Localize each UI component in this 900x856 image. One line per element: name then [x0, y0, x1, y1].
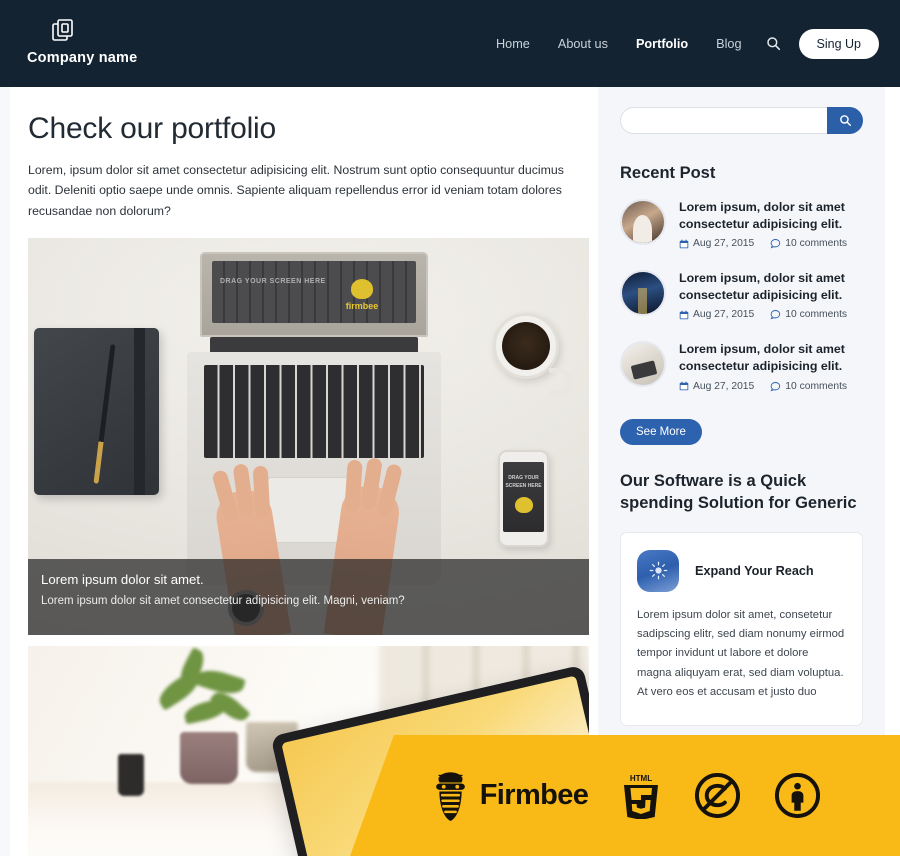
avatar[interactable] [620, 341, 666, 388]
page-intro: Lorem, ipsum dolor sit amet consectetur … [28, 163, 564, 218]
feature-card-title: Expand Your Reach [695, 563, 814, 578]
post-date-label: Aug 27, 2015 [693, 238, 755, 250]
post-date: Aug 27, 2015 [679, 381, 754, 392]
post-comments: 10 comments [770, 381, 847, 392]
portfolio-item-2[interactable]: DRAG YOUR SCREEN HERE! [28, 645, 589, 856]
post-date-label: Aug 27, 2015 [693, 309, 755, 321]
avatar[interactable] [620, 199, 666, 245]
recent-post-heading: Recent Post [620, 164, 716, 182]
firmbee-watermark: firmbee [334, 278, 390, 313]
post-title[interactable]: Lorem ipsum, dolor sit amet consectetur … [679, 199, 863, 232]
brand[interactable]: Company name [27, 16, 247, 66]
feature-card-text: Lorem ipsum dolor sit amet, consetetur s… [637, 608, 845, 699]
page-title: Check our portfolio [28, 112, 276, 145]
phone-screen-text: DRAG YOUR SCREEN HERE [505, 474, 542, 490]
phone-bee-glyph [514, 496, 533, 513]
main-nav: Home About us Portfolio Blog Sing Up [482, 0, 879, 87]
feature-card: Expand Your Reach Lorem ipsum dolor sit … [620, 531, 863, 726]
post-meta: Aug 27, 2015 10 comments [679, 309, 863, 320]
tablet-screen-text: DRAG YOUR SCREEN HERE! [387, 735, 580, 831]
finger [252, 465, 271, 519]
post-date-label: Aug 27, 2015 [693, 380, 755, 392]
phone-screen: DRAG YOUR SCREEN HERE [503, 461, 544, 532]
flower-pot-object [180, 731, 238, 784]
post-date: Aug 27, 2015 [679, 238, 754, 249]
brand-name: Company name [27, 50, 138, 66]
firmbee-watermark-label: firmbee [345, 300, 379, 311]
calendar-icon [679, 239, 689, 249]
list-item[interactable]: Lorem ipsum, dolor sit amet consectetur … [620, 270, 863, 320]
post-body: Lorem ipsum, dolor sit amet consectetur … [679, 199, 863, 249]
left-edge-strip [0, 87, 10, 856]
post-meta: Aug 27, 2015 10 comments [679, 381, 863, 392]
page-body: Check our portfolio Lorem, ipsum dolor s… [0, 87, 900, 856]
post-date: Aug 27, 2015 [679, 309, 754, 320]
post-comments-label: 10 comments [785, 309, 848, 321]
post-body: Lorem ipsum, dolor sit amet consectetur … [679, 341, 863, 391]
post-comments: 10 comments [770, 238, 847, 249]
avatar[interactable] [620, 270, 666, 317]
nav-item-blog[interactable]: Blog [702, 37, 755, 51]
software-heading: Our Software is a Quick spending Solutio… [620, 471, 857, 512]
caption-text: Lorem ipsum dolor sit amet consectetur a… [41, 594, 405, 607]
search-icon[interactable] [756, 36, 793, 51]
nav-item-home[interactable]: Home [482, 37, 544, 51]
post-comments-label: 10 comments [785, 238, 848, 250]
post-comments-label: 10 comments [785, 380, 848, 392]
post-comments: 10 comments [770, 309, 847, 320]
nav-item-about-us[interactable]: About us [544, 37, 622, 51]
pen-cup-object [118, 753, 144, 796]
site-header: Company name Home About us Portfolio Blo… [0, 0, 900, 87]
post-body: Lorem ipsum, dolor sit amet consectetur … [679, 270, 863, 320]
comment-icon [770, 239, 781, 249]
laptop-screen: DRAG YOUR SCREEN HERE firmbee [212, 260, 416, 323]
sidebar-search [620, 107, 863, 134]
signup-button[interactable]: Sing Up [798, 28, 879, 59]
laptop-keyboard [204, 364, 424, 458]
see-more-button[interactable]: See More [620, 418, 702, 445]
post-title[interactable]: Lorem ipsum, dolor sit amet consectetur … [679, 341, 863, 374]
search-submit-button[interactable] [827, 107, 863, 134]
sidebar: Recent Post Lorem ipsum, dolor sit amet … [598, 87, 885, 856]
laptop-screen-text: DRAG YOUR SCREEN HERE [220, 277, 326, 285]
list-item[interactable]: Lorem ipsum, dolor sit amet consectetur … [620, 341, 863, 392]
calendar-icon [679, 310, 689, 320]
laptop-hinge [210, 336, 418, 353]
coffee-liquid [502, 321, 550, 370]
notebook-band [134, 327, 145, 495]
caption-title: Lorem ipsum dolor sit amet. [41, 571, 204, 587]
laptop-lid: DRAG YOUR SCREEN HERE firmbee [200, 251, 428, 337]
search-input[interactable] [620, 107, 827, 134]
bee-glyph [351, 278, 373, 299]
list-item[interactable]: Lorem ipsum, dolor sit amet consectetur … [620, 199, 863, 249]
sun-burst-icon [637, 549, 679, 592]
smartphone-object: DRAG YOUR SCREEN HERE [498, 449, 549, 547]
calendar-icon [679, 381, 689, 391]
feature-card-header: Expand Your Reach [637, 549, 846, 592]
stacked-squares-icon [49, 16, 79, 46]
nav-item-portfolio[interactable]: Portfolio [622, 37, 702, 51]
page-root: Company name Home About us Portfolio Blo… [0, 0, 900, 856]
portfolio-caption: Lorem ipsum dolor sit amet. Lorem ipsum … [28, 558, 589, 635]
portfolio-item-1[interactable]: DRAG YOUR SCREEN HERE firmbee DRAG YOUR … [28, 237, 589, 635]
comment-icon [770, 381, 781, 391]
post-title[interactable]: Lorem ipsum, dolor sit amet consectetur … [679, 270, 863, 303]
main-content: Check our portfolio Lorem, ipsum dolor s… [10, 87, 598, 856]
tablet-screen: DRAG YOUR SCREEN HERE! [281, 675, 589, 856]
comment-icon [770, 310, 781, 320]
post-meta: Aug 27, 2015 10 comments [679, 238, 863, 249]
